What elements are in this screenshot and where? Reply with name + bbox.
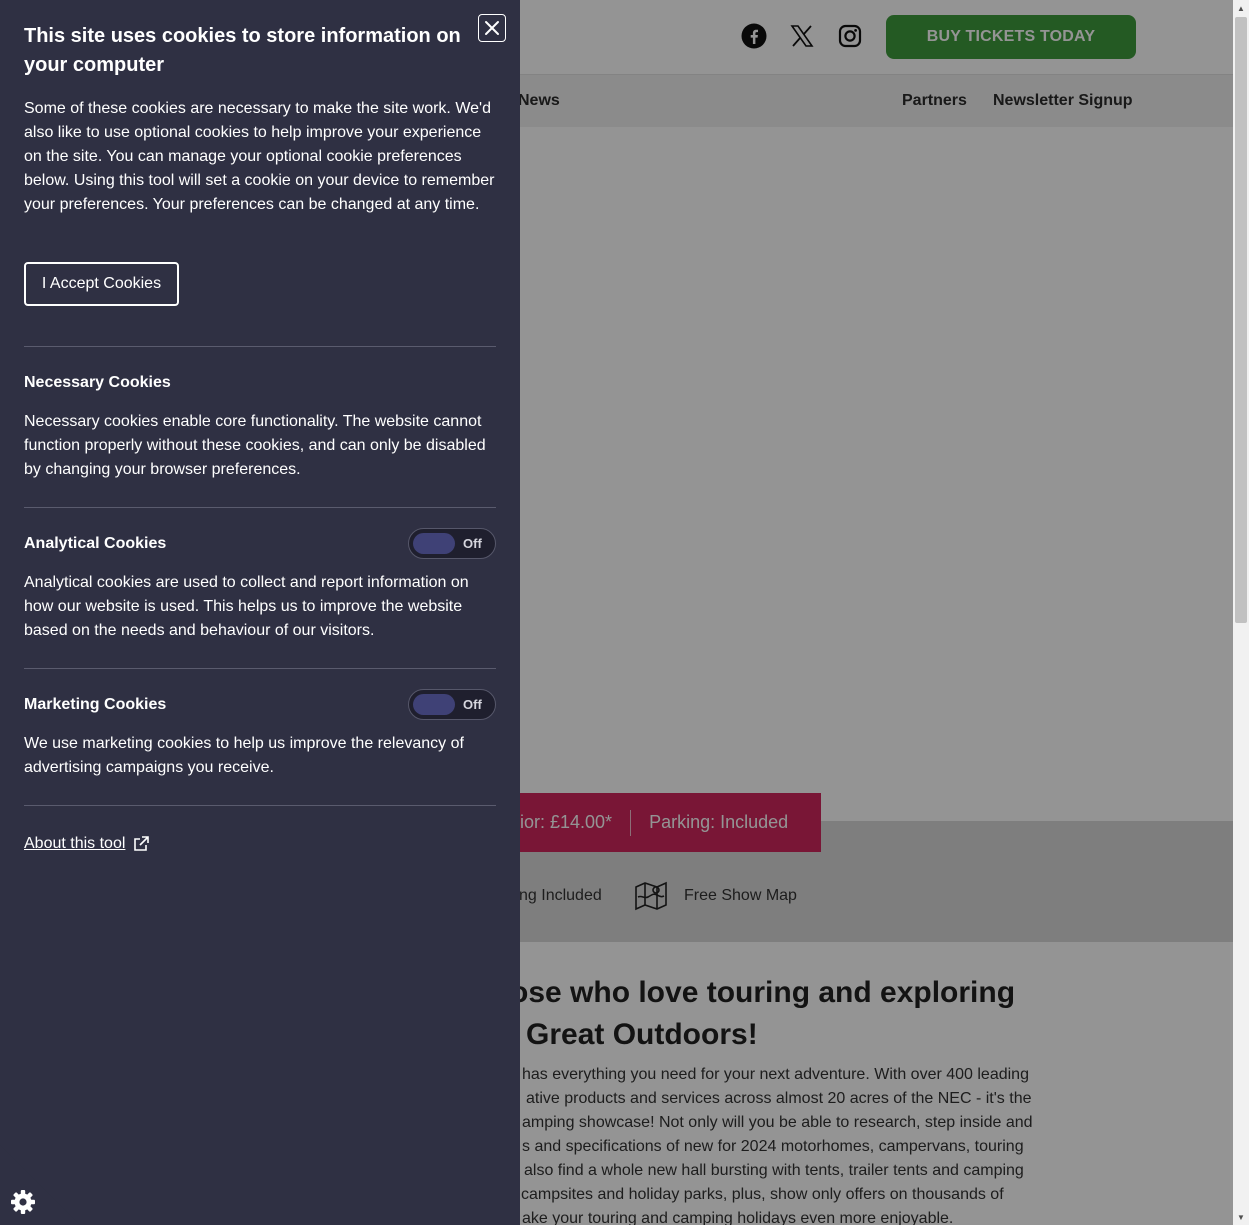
toggle-knob [413, 533, 455, 554]
marketing-cookies-text: We use marketing cookies to help us impr… [24, 735, 464, 776]
analytical-cookies-toggle[interactable]: Off [408, 528, 496, 559]
analytical-cookies-heading: Analytical Cookies [24, 535, 167, 552]
gear-icon [11, 1190, 35, 1214]
necessary-cookies-text: Necessary cookies enable core functional… [24, 413, 486, 478]
close-icon [485, 21, 499, 35]
cookie-settings-button[interactable] [0, 1145, 80, 1225]
external-link-icon [134, 836, 150, 851]
toggle-knob [413, 694, 455, 715]
divider [24, 668, 496, 669]
cookie-panel: This site uses cookies to store informat… [0, 0, 520, 1225]
divider [24, 346, 496, 347]
cookie-panel-title: This site uses cookies to store informat… [24, 25, 461, 76]
scroll-up-arrow-icon[interactable]: ▲ [1233, 0, 1249, 16]
necessary-cookies-heading: Necessary Cookies [24, 374, 171, 391]
scrollbar-thumb[interactable] [1235, 17, 1247, 623]
toggle-state-label: Off [463, 697, 482, 712]
page-scrollbar[interactable]: ▲ ▼ [1233, 0, 1249, 1225]
toggle-state-label: Off [463, 536, 482, 551]
marketing-cookies-heading: Marketing Cookies [24, 696, 167, 713]
cookie-intro-text: Some of these cookies are necessary to m… [24, 100, 495, 213]
analytical-cookies-text: Analytical cookies are used to collect a… [24, 574, 469, 639]
scroll-down-arrow-icon[interactable]: ▼ [1233, 1209, 1249, 1225]
marketing-cookies-toggle[interactable]: Off [408, 689, 496, 720]
divider [24, 507, 496, 508]
accept-cookies-button[interactable]: I Accept Cookies [24, 262, 179, 306]
about-this-tool-link[interactable]: About this tool [24, 835, 150, 853]
about-link-label: About this tool [24, 835, 126, 852]
close-button[interactable] [478, 14, 506, 42]
divider [24, 805, 496, 806]
